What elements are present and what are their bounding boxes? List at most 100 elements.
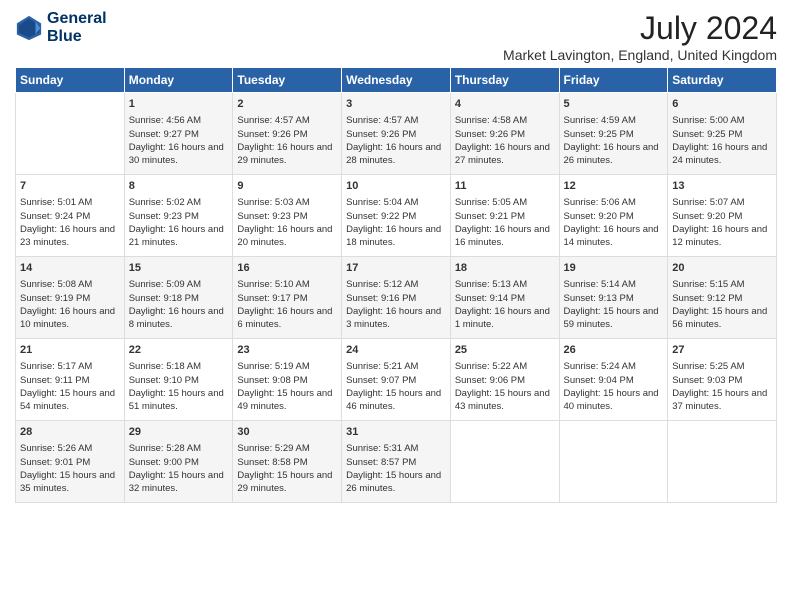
cell-w0-d4: 4Sunrise: 4:58 AMSunset: 9:26 PMDaylight… <box>450 93 559 175</box>
sunset-17: Sunset: 9:16 PM <box>346 293 416 304</box>
cell-w2-d1: 15Sunrise: 5:09 AMSunset: 9:18 PMDayligh… <box>124 257 233 339</box>
daylight-20: Daylight: 15 hours and 56 minutes. <box>672 306 767 330</box>
day-number-1: 1 <box>129 97 229 112</box>
col-wednesday: Wednesday <box>342 68 451 93</box>
sunset-9: Sunset: 9:23 PM <box>237 211 307 222</box>
daylight-28: Daylight: 15 hours and 35 minutes. <box>20 470 115 494</box>
cell-w1-d0: 7Sunrise: 5:01 AMSunset: 9:24 PMDaylight… <box>16 175 125 257</box>
sunset-4: Sunset: 9:26 PM <box>455 129 525 140</box>
sunrise-23: Sunrise: 5:19 AM <box>237 361 309 372</box>
week-row-5: 28 Sunrise: 5:26 AM Sunset: 9:01 PM Dayligh… <box>16 421 777 503</box>
cell-w4-d2: 30Sunrise: 5:29 AMSunset: 8:58 PMDayligh… <box>233 421 342 503</box>
sunrise-20: Sunrise: 5:15 AM <box>672 279 744 290</box>
sunrise-5: Sunrise: 4:59 AM <box>564 115 636 126</box>
sunset-2: Sunset: 9:26 PM <box>237 129 307 140</box>
sunrise-22: Sunrise: 5:18 AM <box>129 361 201 372</box>
cell-w1-d1: 8Sunrise: 5:02 AMSunset: 9:23 PMDaylight… <box>124 175 233 257</box>
day-number-30: 30 <box>237 425 337 440</box>
sunset-12: Sunset: 9:20 PM <box>564 211 634 222</box>
sunset-14: Sunset: 9:19 PM <box>20 293 90 304</box>
cell-w2-d5: 19Sunrise: 5:14 AMSunset: 9:13 PMDayligh… <box>559 257 668 339</box>
daylight-31: Daylight: 15 hours and 26 minutes. <box>346 470 441 494</box>
daylight-26: Daylight: 15 hours and 40 minutes. <box>564 388 659 412</box>
sunset-7: Sunset: 9:24 PM <box>20 211 90 222</box>
daylight-4: Daylight: 16 hours and 27 minutes. <box>455 142 550 166</box>
header: General Blue July 2024 Market Lavington,… <box>15 10 777 63</box>
day-number-19: 19 <box>564 261 664 276</box>
cell-w1-d6: 13Sunrise: 5:07 AMSunset: 9:20 PMDayligh… <box>668 175 777 257</box>
daylight-13: Daylight: 16 hours and 12 minutes. <box>672 224 767 248</box>
sunset-13: Sunset: 9:20 PM <box>672 211 742 222</box>
cell-w2-d2: 16Sunrise: 5:10 AMSunset: 9:17 PMDayligh… <box>233 257 342 339</box>
sunset-6: Sunset: 9:25 PM <box>672 129 742 140</box>
sunset-27: Sunset: 9:03 PM <box>672 375 742 386</box>
day-number-3: 3 <box>346 97 446 112</box>
cell-w3-d4: 25Sunrise: 5:22 AMSunset: 9:06 PMDayligh… <box>450 339 559 421</box>
daylight-30: Daylight: 15 hours and 29 minutes. <box>237 470 332 494</box>
day-number-28: 28 <box>20 425 120 440</box>
sunrise-14: Sunrise: 5:08 AM <box>20 279 92 290</box>
sunrise-7: Sunrise: 5:01 AM <box>20 197 92 208</box>
cell-w3-d5: 26Sunrise: 5:24 AMSunset: 9:04 PMDayligh… <box>559 339 668 421</box>
daylight-9: Daylight: 16 hours and 20 minutes. <box>237 224 332 248</box>
sunrise-6: Sunrise: 5:00 AM <box>672 115 744 126</box>
sunset-3: Sunset: 9:26 PM <box>346 129 416 140</box>
day-number-2: 2 <box>237 97 337 112</box>
day-number-24: 24 <box>346 343 446 358</box>
header-row: Sunday Monday Tuesday Wednesday Thursday… <box>16 68 777 93</box>
sunset-22: Sunset: 9:10 PM <box>129 375 199 386</box>
title-block: July 2024 Market Lavington, England, Uni… <box>503 10 777 63</box>
daylight-11: Daylight: 16 hours and 16 minutes. <box>455 224 550 248</box>
sunset-8: Sunset: 9:23 PM <box>129 211 199 222</box>
sunrise-21: Sunrise: 5:17 AM <box>20 361 92 372</box>
cell-w3-d6: 27Sunrise: 5:25 AMSunset: 9:03 PMDayligh… <box>668 339 777 421</box>
cell-w4-d3: 31Sunrise: 5:31 AMSunset: 8:57 PMDayligh… <box>342 421 451 503</box>
day-number-27: 27 <box>672 343 772 358</box>
cell-w0-d3: 3Sunrise: 4:57 AMSunset: 9:26 PMDaylight… <box>342 93 451 175</box>
cell-w3-d1: 22Sunrise: 5:18 AMSunset: 9:10 PMDayligh… <box>124 339 233 421</box>
cell-w3-d0: 21Sunrise: 5:17 AMSunset: 9:11 PMDayligh… <box>16 339 125 421</box>
col-friday: Friday <box>559 68 668 93</box>
sunrise-10: Sunrise: 5:04 AM <box>346 197 418 208</box>
cell-w3-d2: 23Sunrise: 5:19 AMSunset: 9:08 PMDayligh… <box>233 339 342 421</box>
sunset-18: Sunset: 9:14 PM <box>455 293 525 304</box>
sunset-26: Sunset: 9:04 PM <box>564 375 634 386</box>
sunset-10: Sunset: 9:22 PM <box>346 211 416 222</box>
cell-w1-d3: 10Sunrise: 5:04 AMSunset: 9:22 PMDayligh… <box>342 175 451 257</box>
sunset-11: Sunset: 9:21 PM <box>455 211 525 222</box>
sunrise-3: Sunrise: 4:57 AM <box>346 115 418 126</box>
cell-w1-d2: 9Sunrise: 5:03 AMSunset: 9:23 PMDaylight… <box>233 175 342 257</box>
daylight-8: Daylight: 16 hours and 21 minutes. <box>129 224 224 248</box>
cell-w4-d5 <box>559 421 668 503</box>
sunrise-15: Sunrise: 5:09 AM <box>129 279 201 290</box>
daylight-14: Daylight: 16 hours and 10 minutes. <box>20 306 115 330</box>
sunset-23: Sunset: 9:08 PM <box>237 375 307 386</box>
sunrise-19: Sunrise: 5:14 AM <box>564 279 636 290</box>
sunrise-17: Sunrise: 5:12 AM <box>346 279 418 290</box>
cell-w4-d0: 28 Sunrise: 5:26 AM Sunset: 9:01 PM Dayligh… <box>16 421 125 503</box>
week-row-2: 7Sunrise: 5:01 AMSunset: 9:24 PMDaylight… <box>16 175 777 257</box>
sunrise-30: Sunrise: 5:29 AM <box>237 443 309 454</box>
cell-w2-d6: 20Sunrise: 5:15 AMSunset: 9:12 PMDayligh… <box>668 257 777 339</box>
daylight-25: Daylight: 15 hours and 43 minutes. <box>455 388 550 412</box>
sunrise-9: Sunrise: 5:03 AM <box>237 197 309 208</box>
sunrise-26: Sunrise: 5:24 AM <box>564 361 636 372</box>
sunrise-4: Sunrise: 4:58 AM <box>455 115 527 126</box>
day-number-20: 20 <box>672 261 772 276</box>
sunset-28: Sunset: 9:01 PM <box>20 457 90 468</box>
daylight-12: Daylight: 16 hours and 14 minutes. <box>564 224 659 248</box>
daylight-16: Daylight: 16 hours and 6 minutes. <box>237 306 332 330</box>
sunset-1: Sunset: 9:27 PM <box>129 129 199 140</box>
day-number-11: 11 <box>455 179 555 194</box>
week-row-3: 14Sunrise: 5:08 AMSunset: 9:19 PMDayligh… <box>16 257 777 339</box>
sunrise-28: Sunrise: 5:26 AM <box>20 443 92 454</box>
sunrise-25: Sunrise: 5:22 AM <box>455 361 527 372</box>
week-row-4: 21Sunrise: 5:17 AMSunset: 9:11 PMDayligh… <box>16 339 777 421</box>
day-number-5: 5 <box>564 97 664 112</box>
daylight-5: Daylight: 16 hours and 26 minutes. <box>564 142 659 166</box>
daylight-19: Daylight: 15 hours and 59 minutes. <box>564 306 659 330</box>
day-number-8: 8 <box>129 179 229 194</box>
daylight-24: Daylight: 15 hours and 46 minutes. <box>346 388 441 412</box>
day-number-10: 10 <box>346 179 446 194</box>
col-monday: Monday <box>124 68 233 93</box>
